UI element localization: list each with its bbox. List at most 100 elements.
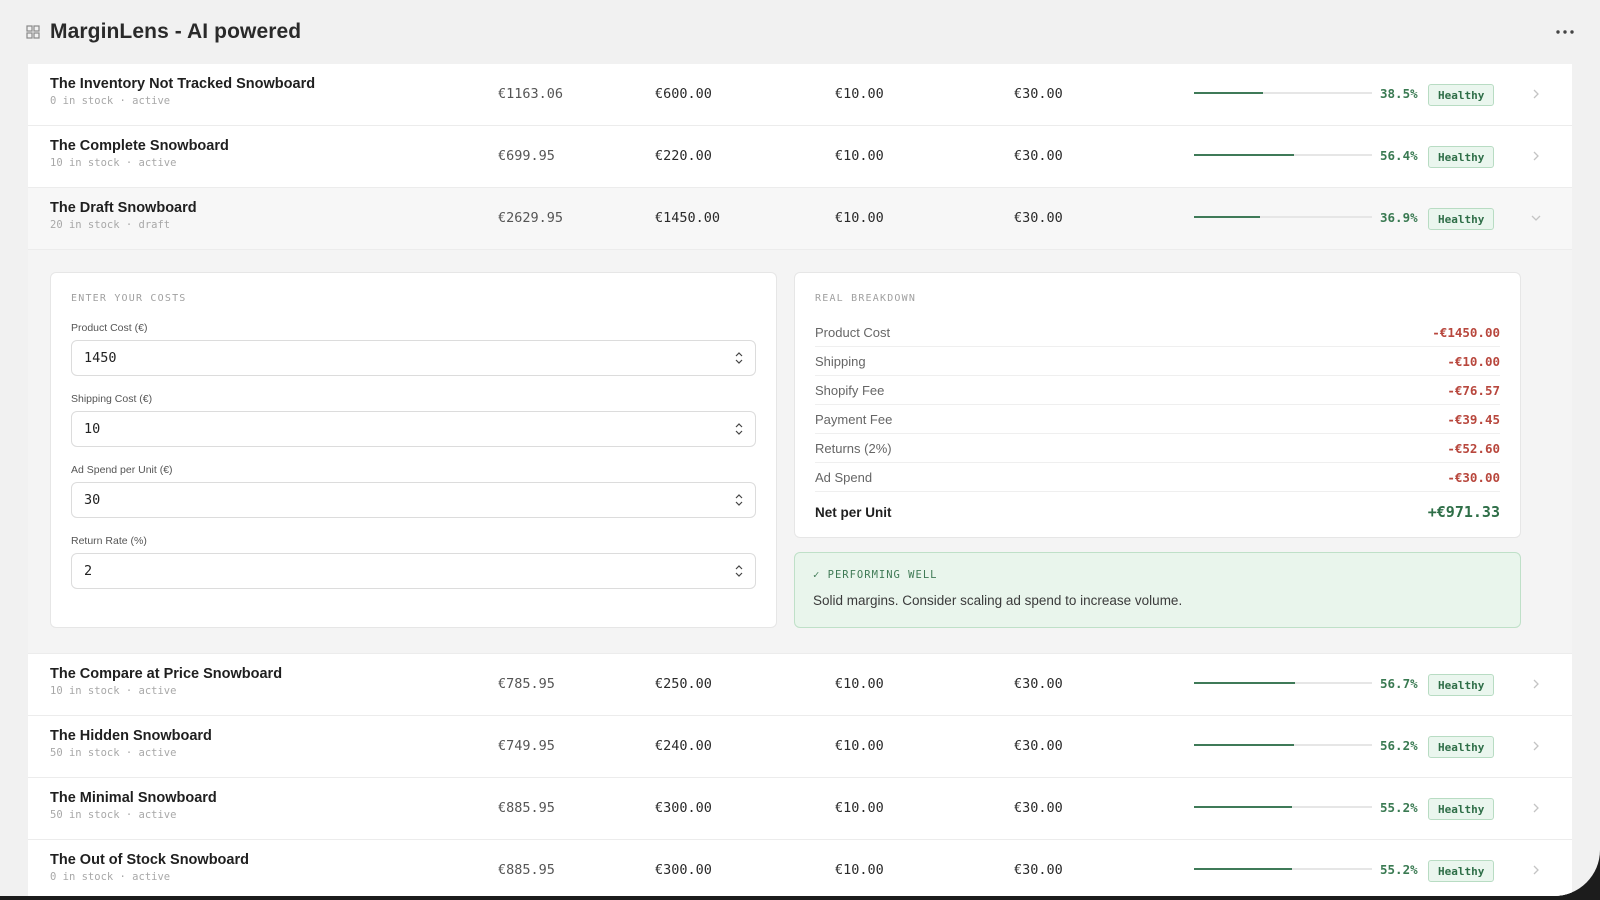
stepper-icon[interactable] [735,493,743,507]
breakdown-label: Ad Spend [815,469,873,485]
margin-bar [1194,154,1372,156]
product-cost: €600.00 [655,86,712,102]
margin-bar-fill [1194,154,1295,156]
breakdown-row: Returns (2%) -€52.60 [815,434,1500,463]
product-name-cell: The Minimal Snowboard 50 in stock · acti… [50,790,470,821]
breakdown-label: Shopify Fee [815,382,885,398]
product-name: The Inventory Not Tracked Snowboard [50,76,316,92]
breakdown-label: Payment Fee [815,411,893,427]
product-name: The Draft Snowboard [50,200,197,216]
product-name-cell: The Out of Stock Snowboard 0 in stock · … [50,852,470,883]
shipping-cost: €10.00 [835,738,884,754]
status-badge: Healthy [1428,208,1495,230]
status-badge: Healthy [1428,674,1495,696]
chevron-right-icon[interactable] [1528,736,1544,756]
breakdown-label: Shipping [815,353,866,369]
breakdown-value: -€52.60 [1447,440,1500,456]
status-badge: Healthy [1428,860,1495,882]
ad-spend-value: 30 [84,492,101,508]
chevron-right-icon[interactable] [1528,84,1544,104]
status-badge: Healthy [1428,146,1495,168]
margin-percent: 38.5% [1380,86,1418,101]
breakdown-row: Shopify Fee -€76.57 [815,376,1500,405]
ad-spend: €30.00 [1014,738,1063,754]
breakdown-value: -€10.00 [1447,353,1500,369]
breakdown-panel: REAL BREAKDOWN Product Cost -€1450.00 Shi… [794,272,1521,538]
breakdown-value: -€1450.00 [1432,324,1500,340]
margin-bar [1194,216,1372,218]
margin-percent: 55.2% [1380,800,1418,815]
breakdown-label: Returns (2%) [815,440,892,456]
return-rate-input[interactable]: 2 [71,553,756,589]
more-options-icon[interactable] [1548,18,1582,46]
product-cost-input[interactable]: 1450 [71,340,756,376]
costs-form-title: ENTER YOUR COSTS [71,293,187,304]
product-name-cell: The Hidden Snowboard 50 in stock · activ… [50,728,470,759]
chevron-right-icon[interactable] [1528,674,1544,694]
ad-spend-label: Ad Spend per Unit (€) [71,464,173,476]
product-stock-status: 10 in stock · active [50,685,177,697]
product-price: €749.95 [498,738,555,754]
table-row[interactable]: The Compare at Price Snowboard 10 in sto… [28,654,1572,716]
stepper-icon[interactable] [735,564,743,578]
return-rate-label: Return Rate (%) [71,535,147,547]
stepper-icon[interactable] [735,422,743,436]
chevron-right-icon[interactable] [1528,798,1544,818]
table-row-selected[interactable]: The Draft Snowboard 20 in stock · draft … [28,188,1572,250]
notice-title: ✓ PERFORMING WELL [813,569,938,581]
product-price: €885.95 [498,800,555,816]
table-row[interactable]: The Complete Snowboard 10 in stock · act… [28,126,1572,188]
product-name: The Complete Snowboard [50,138,229,154]
breakdown-row: Shipping -€10.00 [815,347,1500,376]
ad-spend: €30.00 [1014,862,1063,878]
product-cost: €300.00 [655,862,712,878]
app-grid-icon [24,23,42,41]
net-per-unit-label: Net per Unit [815,504,892,520]
shipping-cost-input[interactable]: 10 [71,411,756,447]
margin-percent: 56.2% [1380,738,1418,753]
shipping-cost: €10.00 [835,86,884,102]
margin-bar [1194,868,1372,870]
ad-spend: €30.00 [1014,210,1063,226]
table-row[interactable]: The Hidden Snowboard 50 in stock · activ… [28,716,1572,778]
chevron-right-icon[interactable] [1528,860,1544,880]
chevron-down-icon[interactable] [1528,208,1544,228]
chevron-right-icon[interactable] [1528,146,1544,166]
net-per-unit-value: +€971.33 [1427,503,1500,521]
ad-spend: €30.00 [1014,676,1063,692]
product-cost: €1450.00 [655,210,721,226]
table-row[interactable]: The Inventory Not Tracked Snowboard 0 in… [28,64,1572,126]
breakdown-value: -€39.45 [1447,411,1500,427]
product-name: The Out of Stock Snowboard [50,852,249,868]
shipping-cost: €10.00 [835,210,884,226]
product-name-cell: The Inventory Not Tracked Snowboard 0 in… [50,76,470,107]
product-price: €885.95 [498,862,555,878]
product-name: The Hidden Snowboard [50,728,212,744]
ad-spend-input[interactable]: 30 [71,482,756,518]
product-cost: €300.00 [655,800,712,816]
product-name-cell: The Complete Snowboard 10 in stock · act… [50,138,470,169]
product-cost: €240.00 [655,738,712,754]
breakdown-row: Product Cost -€1450.00 [815,318,1500,347]
status-badge: Healthy [1428,736,1495,758]
margin-bar-fill [1194,92,1263,94]
product-price: €1163.06 [498,86,564,102]
margin-percent: 56.7% [1380,676,1418,691]
products-table: The Inventory Not Tracked Snowboard 0 in… [28,64,1572,896]
app-title: MarginLens - AI powered [50,20,302,43]
breakdown-row: Ad Spend -€30.00 [815,463,1500,492]
product-name: The Minimal Snowboard [50,790,217,806]
product-price: €2629.95 [498,210,564,226]
table-row[interactable]: The Minimal Snowboard 50 in stock · acti… [28,778,1572,840]
margin-percent: 55.2% [1380,862,1418,877]
table-row[interactable]: The Out of Stock Snowboard 0 in stock · … [28,840,1572,896]
breakdown-row: Payment Fee -€39.45 [815,405,1500,434]
title-bar: MarginLens - AI powered [0,0,1600,64]
product-cost: €220.00 [655,148,712,164]
stepper-icon[interactable] [735,351,743,365]
product-stock-status: 0 in stock · active [50,95,171,107]
shipping-cost-label: Shipping Cost (€) [71,393,153,405]
product-stock-status: 50 in stock · active [50,747,177,759]
product-name-cell: The Compare at Price Snowboard 10 in sto… [50,666,470,697]
product-name: The Compare at Price Snowboard [50,666,283,682]
